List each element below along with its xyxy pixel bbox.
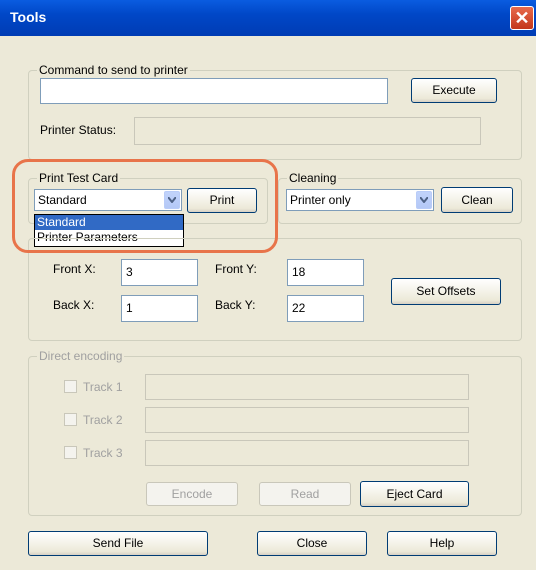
set-offsets-button[interactable]: Set Offsets [391, 278, 501, 305]
track-1-input [145, 374, 469, 400]
tools-dialog: Tools ✕ Command to send to printer Execu… [0, 0, 536, 570]
front-y-input[interactable]: 18 [287, 259, 364, 286]
back-x-input[interactable]: 1 [121, 295, 198, 322]
close-icon: ✕ [514, 8, 530, 28]
window-title: Tools [10, 9, 47, 25]
back-x-label: Back X: [53, 298, 95, 312]
encode-button[interactable]: Encode [146, 482, 238, 506]
send-file-button[interactable]: Send File [28, 531, 208, 556]
track-1-label: Track 1 [83, 380, 123, 394]
title-bar[interactable]: Tools ✕ [0, 0, 536, 36]
track-3-input [145, 440, 469, 466]
track-2-input [145, 407, 469, 433]
command-group-legend: Command to send to printer [37, 63, 190, 77]
back-y-input[interactable]: 22 [287, 295, 364, 322]
close-window-button[interactable]: ✕ [510, 6, 534, 30]
help-button[interactable]: Help [387, 531, 497, 556]
front-x-input[interactable]: 3 [121, 259, 198, 286]
direct-encoding-legend: Direct encoding [37, 349, 125, 363]
callout-highlight [12, 159, 278, 253]
track-2-checkbox[interactable] [64, 413, 77, 426]
cleaning-legend: Cleaning [287, 171, 339, 185]
back-y-label: Back Y: [215, 298, 256, 312]
track-3-label: Track 3 [83, 446, 123, 460]
printer-status-field [134, 117, 481, 145]
clean-button[interactable]: Clean [441, 187, 513, 213]
front-x-label: Front X: [53, 262, 96, 276]
execute-button[interactable]: Execute [411, 78, 497, 103]
eject-card-button[interactable]: Eject Card [360, 481, 469, 507]
printer-status-label: Printer Status: [40, 123, 117, 137]
cleaning-select[interactable]: Printer only [286, 189, 434, 211]
track-1-checkbox[interactable] [64, 380, 77, 393]
close-button[interactable]: Close [257, 531, 367, 556]
chevron-down-icon[interactable] [416, 191, 432, 209]
read-button[interactable]: Read [259, 482, 351, 506]
front-y-label: Front Y: [215, 262, 257, 276]
track-3-checkbox[interactable] [64, 446, 77, 459]
command-input[interactable] [40, 78, 388, 104]
track-2-label: Track 2 [83, 413, 123, 427]
